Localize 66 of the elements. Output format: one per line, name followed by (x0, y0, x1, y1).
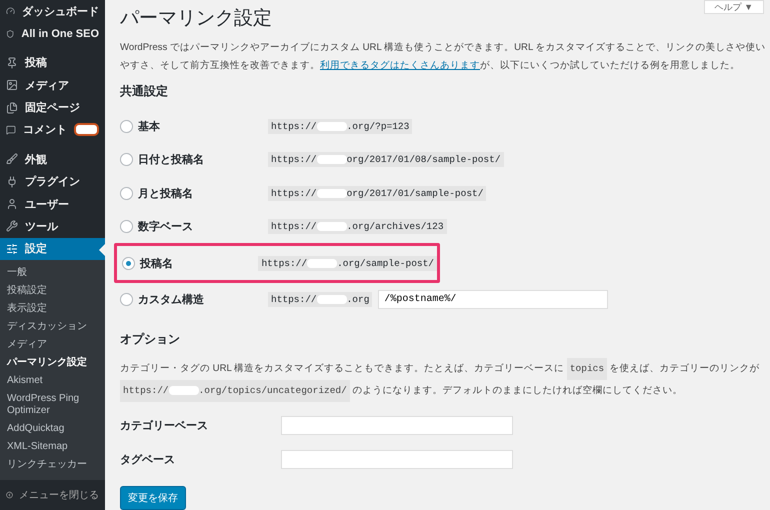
url-example: https:// .org/archives/123 (268, 219, 447, 234)
submenu-item[interactable]: リンクチェッカー (0, 456, 105, 474)
plug-icon (6, 176, 18, 188)
option-label: 基本 (138, 120, 161, 134)
options-text: カテゴリー・タグの URL 構造をカスタマイズすることもできます。たとえば、カテゴリーベースに topics を使えば、カテゴリーのリンクが https:// .org/topics/uncategorized/ のようになります。デフォルトのままにしたければ空欄にしてください。 (120, 358, 770, 402)
custom-structure-field[interactable]: /%postname%/ (378, 290, 608, 310)
sidebar-item[interactable]: コメント (0, 118, 105, 142)
shield-icon (6, 28, 14, 40)
submenu-item[interactable]: AddQuicktag (0, 420, 105, 438)
submenu-item[interactable]: ディスカッション (0, 318, 105, 336)
intro-text: WordPress ではパーマリンクやアーカイブにカスタム URL 構造も使うことができます。URL をカスタマイズすることで、リンクの美しさや使いやすさ、そして前方互換性を改善できます。利用できるタグはたくさんありますが、以下にいくつか試していただける例を用意しました。 (120, 41, 767, 73)
sidebar-item[interactable]: ユーザー (0, 192, 105, 216)
wrench-icon (6, 220, 18, 232)
submenu-item[interactable]: パーマリンク設定 (0, 354, 105, 372)
collapse-menu-button[interactable]: メニューを閉じる (0, 480, 105, 510)
option-label: 投稿名 (140, 256, 174, 271)
input-field[interactable] (281, 450, 513, 469)
submenu-item[interactable]: メディア (0, 336, 105, 354)
option-label: 日付と投稿名 (138, 152, 205, 168)
radio-button[interactable] (120, 153, 133, 166)
field-label: タグベース (120, 452, 176, 467)
pages-icon (6, 102, 18, 114)
sidebar-item[interactable]: 外観 (0, 148, 105, 171)
sidebar-item[interactable]: All in One SEO (0, 22, 105, 45)
sidebar-item[interactable]: ツール (0, 215, 105, 238)
submenu-item[interactable]: WordPress Ping Optimizer (0, 390, 105, 420)
sidebar-item[interactable]: プラグイン (0, 170, 105, 193)
sidebar-item[interactable]: 固定ページ (0, 96, 105, 119)
save-button[interactable]: 変更を保存 (120, 486, 186, 510)
url-example: https:// org/2017/01/sample-post/ (268, 186, 486, 201)
input-field[interactable] (281, 416, 513, 435)
option-label: 月と投稿名 (138, 186, 194, 201)
url-example: https:// .org/sample-post/ (258, 256, 437, 271)
radio-button[interactable] (120, 220, 133, 234)
field-label: カテゴリーベース (120, 418, 209, 433)
speech-bubble-icon (6, 124, 16, 136)
submenu-item[interactable]: Akismet (0, 372, 105, 390)
sidebar-item[interactable]: ダッシュボード (0, 0, 105, 22)
url-example: https:// .org/?p=123 (268, 119, 412, 134)
submenu-item[interactable]: 投稿設定 (0, 282, 105, 300)
submenu-item[interactable]: XML-Sitemap (0, 438, 105, 456)
brush-icon (6, 153, 18, 166)
code-snippet: topics (566, 358, 608, 380)
url-example: https:// .org/topics/uncategorized/ (120, 380, 350, 402)
sidebar-item[interactable]: メディア (0, 74, 105, 96)
pin-icon (6, 56, 18, 69)
help-button[interactable]: ヘルプ ▼ (704, 0, 764, 14)
option-label: 数字ベース (138, 220, 194, 234)
settings-icon (6, 242, 18, 255)
submenu-item[interactable]: 一般 (0, 264, 105, 282)
tags-link[interactable]: 利用できるタグはたくさんあります (320, 60, 480, 71)
user-icon (6, 198, 18, 210)
url-example: https:// .org (268, 292, 372, 308)
radio-button[interactable] (122, 256, 135, 270)
radio-button[interactable] (120, 120, 133, 134)
sidebar-item[interactable]: 投稿 (0, 52, 105, 74)
option-label: カスタム構造 (138, 292, 205, 308)
radio-button[interactable] (120, 293, 133, 306)
radio-button[interactable] (120, 186, 133, 200)
image-icon (6, 79, 18, 92)
page-title: パーマリンク設定 (120, 7, 272, 31)
sidebar-item[interactable]: 設定 (0, 238, 105, 260)
section-heading: オプション (120, 330, 181, 348)
section-heading: 共通設定 (120, 83, 169, 100)
submenu-item[interactable]: 表示設定 (0, 300, 105, 318)
url-example: https:// org/2017/01/08/sample-post/ (268, 152, 504, 168)
